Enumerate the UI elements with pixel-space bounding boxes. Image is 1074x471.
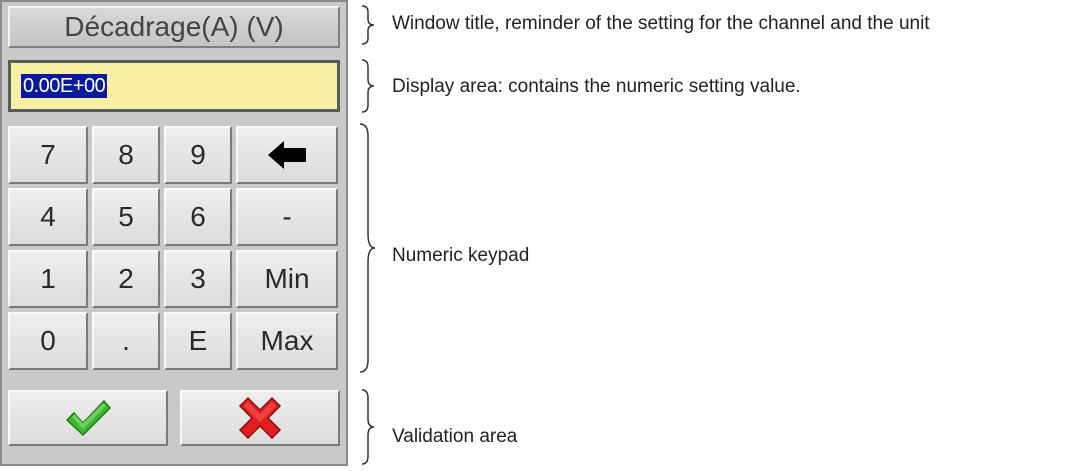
key-0[interactable]: 0 <box>8 312 88 370</box>
key-6[interactable]: 6 <box>164 188 232 246</box>
confirm-button[interactable] <box>8 390 168 446</box>
key-4[interactable]: 4 <box>8 188 88 246</box>
key-7[interactable]: 7 <box>8 126 88 184</box>
annotation-display-area: Display area: contains the numeric setti… <box>392 76 801 97</box>
key-2[interactable]: 2 <box>92 250 160 308</box>
annotation-numeric-keypad: Numeric keypad <box>392 245 530 266</box>
numeric-input-dialog: Décadrage(A) (V) 0.00E+00 7 8 9 4 5 6 - … <box>0 0 348 466</box>
display-value[interactable]: 0.00E+00 <box>21 74 108 98</box>
window-title: Décadrage(A) (V) <box>8 6 340 48</box>
validation-brace-icon <box>361 389 375 465</box>
cancel-button[interactable] <box>180 390 340 446</box>
key-1[interactable]: 1 <box>8 250 88 308</box>
backspace-button[interactable] <box>236 126 338 184</box>
annotation-window-title: Window title, reminder of the setting fo… <box>392 13 930 34</box>
display-area[interactable]: 0.00E+00 <box>8 60 340 112</box>
key-9[interactable]: 9 <box>164 126 232 184</box>
display-brace-icon <box>361 59 375 113</box>
cross-icon <box>238 396 282 440</box>
key-min[interactable]: Min <box>236 250 338 308</box>
validation-area <box>8 390 340 446</box>
key-exponent[interactable]: E <box>164 312 232 370</box>
numeric-keypad: 7 8 9 4 5 6 - 1 2 3 Min 0 . E Max <box>8 126 340 374</box>
title-brace-icon <box>361 5 375 45</box>
key-decimal-point[interactable]: . <box>92 312 160 370</box>
keypad-brace-icon <box>359 123 376 373</box>
key-3[interactable]: 3 <box>164 250 232 308</box>
key-5[interactable]: 5 <box>92 188 160 246</box>
checkmark-icon <box>65 399 112 437</box>
arrow-left-icon <box>268 141 306 169</box>
annotation-validation-area: Validation area <box>392 426 518 447</box>
key-max[interactable]: Max <box>236 312 338 370</box>
key-8[interactable]: 8 <box>92 126 160 184</box>
key-minus[interactable]: - <box>236 188 338 246</box>
